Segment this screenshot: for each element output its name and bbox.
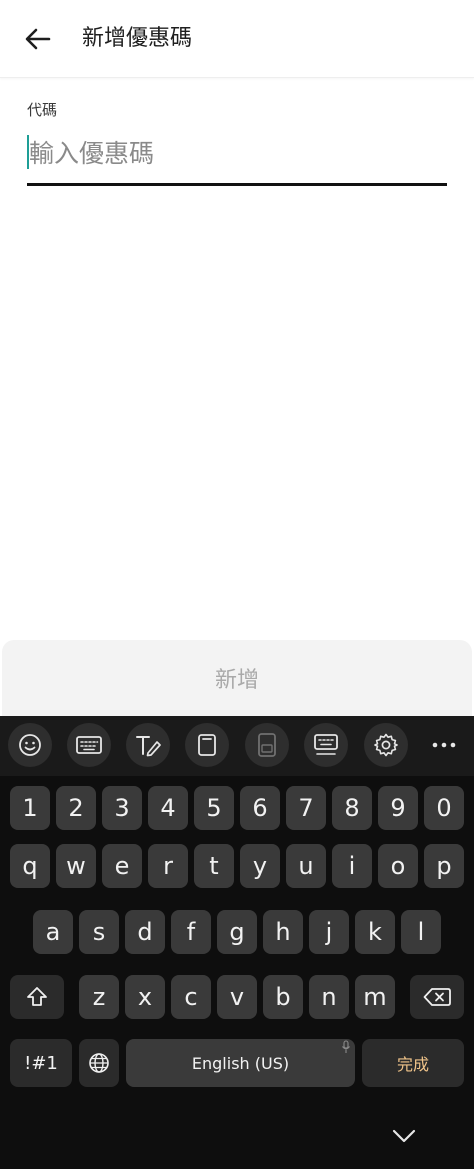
space-key-label: English (US) xyxy=(191,1053,290,1073)
key-4[interactable]: 4 xyxy=(148,786,188,830)
handwriting-button[interactable] xyxy=(126,723,170,767)
key-l[interactable]: l xyxy=(401,910,441,954)
clipboard-icon xyxy=(198,734,216,756)
key-y[interactable]: y xyxy=(240,844,280,888)
symbols-key[interactable]: !#1 xyxy=(10,1039,72,1087)
microphone-icon xyxy=(342,1040,350,1053)
key-x[interactable]: x xyxy=(125,975,165,1019)
key-d[interactable]: d xyxy=(125,910,165,954)
more-button[interactable] xyxy=(422,723,466,767)
globe-icon xyxy=(89,1053,109,1073)
text-caret xyxy=(27,135,29,169)
back-button[interactable] xyxy=(14,18,62,60)
emoji-icon xyxy=(19,734,41,756)
code-field-label: 代碼 xyxy=(27,101,58,119)
key-7[interactable]: 7 xyxy=(286,786,326,830)
key-z[interactable]: z xyxy=(79,975,119,1019)
hide-keyboard-button[interactable] xyxy=(382,1116,426,1156)
key-6[interactable]: 6 xyxy=(240,786,280,830)
key-b[interactable]: b xyxy=(263,975,303,1019)
keyboard-mode-button[interactable] xyxy=(304,723,348,767)
key-e[interactable]: e xyxy=(102,844,142,888)
key-2[interactable]: 2 xyxy=(56,786,96,830)
keyboard-button[interactable] xyxy=(67,723,111,767)
key-0[interactable]: 0 xyxy=(424,786,464,830)
key-o[interactable]: o xyxy=(378,844,418,888)
keyboard-mode-icon xyxy=(314,734,338,755)
settings-button[interactable] xyxy=(364,723,408,767)
key-a[interactable]: a xyxy=(33,910,73,954)
key-u[interactable]: u xyxy=(286,844,326,888)
key-j[interactable]: j xyxy=(309,910,349,954)
key-g[interactable]: g xyxy=(217,910,257,954)
key-h[interactable]: h xyxy=(263,910,303,954)
key-n[interactable]: n xyxy=(309,975,349,1019)
key-8[interactable]: 8 xyxy=(332,786,372,830)
done-key[interactable]: 完成 xyxy=(362,1039,464,1087)
backspace-key[interactable] xyxy=(410,975,464,1019)
backspace-icon xyxy=(423,988,451,1006)
app-bar: 新增優惠碼 xyxy=(0,0,474,78)
shift-icon xyxy=(27,987,47,1006)
more-icon xyxy=(432,742,456,748)
handwriting-icon xyxy=(136,736,161,757)
add-button[interactable]: 新增 xyxy=(2,640,472,716)
one-handed-icon xyxy=(258,733,276,757)
key-r[interactable]: r xyxy=(148,844,188,888)
one-handed-button[interactable] xyxy=(245,723,289,767)
chevron-down-icon xyxy=(392,1129,416,1143)
soft-keyboard: 1 2 3 4 5 6 7 8 9 0 q w e r t y u i o p … xyxy=(0,716,474,1169)
key-t[interactable]: t xyxy=(194,844,234,888)
key-s[interactable]: s xyxy=(79,910,119,954)
key-w[interactable]: w xyxy=(56,844,96,888)
settings-icon xyxy=(374,733,398,757)
key-5[interactable]: 5 xyxy=(194,786,234,830)
language-key[interactable] xyxy=(79,1039,119,1087)
code-input[interactable] xyxy=(27,130,447,176)
code-field[interactable] xyxy=(27,130,447,186)
key-k[interactable]: k xyxy=(355,910,395,954)
space-key[interactable]: English (US) xyxy=(126,1039,355,1087)
key-p[interactable]: p xyxy=(424,844,464,888)
key-v[interactable]: v xyxy=(217,975,257,1019)
page-title: 新增優惠碼 xyxy=(82,26,193,51)
key-9[interactable]: 9 xyxy=(378,786,418,830)
keyboard-toolbar xyxy=(0,716,474,776)
key-q[interactable]: q xyxy=(10,844,50,888)
arrow-back-icon xyxy=(25,28,51,50)
key-f[interactable]: f xyxy=(171,910,211,954)
emoji-button[interactable] xyxy=(8,723,52,767)
shift-key[interactable] xyxy=(10,975,64,1019)
clipboard-button[interactable] xyxy=(185,723,229,767)
keyboard-icon xyxy=(76,736,102,754)
key-1[interactable]: 1 xyxy=(10,786,50,830)
key-3[interactable]: 3 xyxy=(102,786,142,830)
key-m[interactable]: m xyxy=(355,975,395,1019)
key-i[interactable]: i xyxy=(332,844,372,888)
key-c[interactable]: c xyxy=(171,975,211,1019)
